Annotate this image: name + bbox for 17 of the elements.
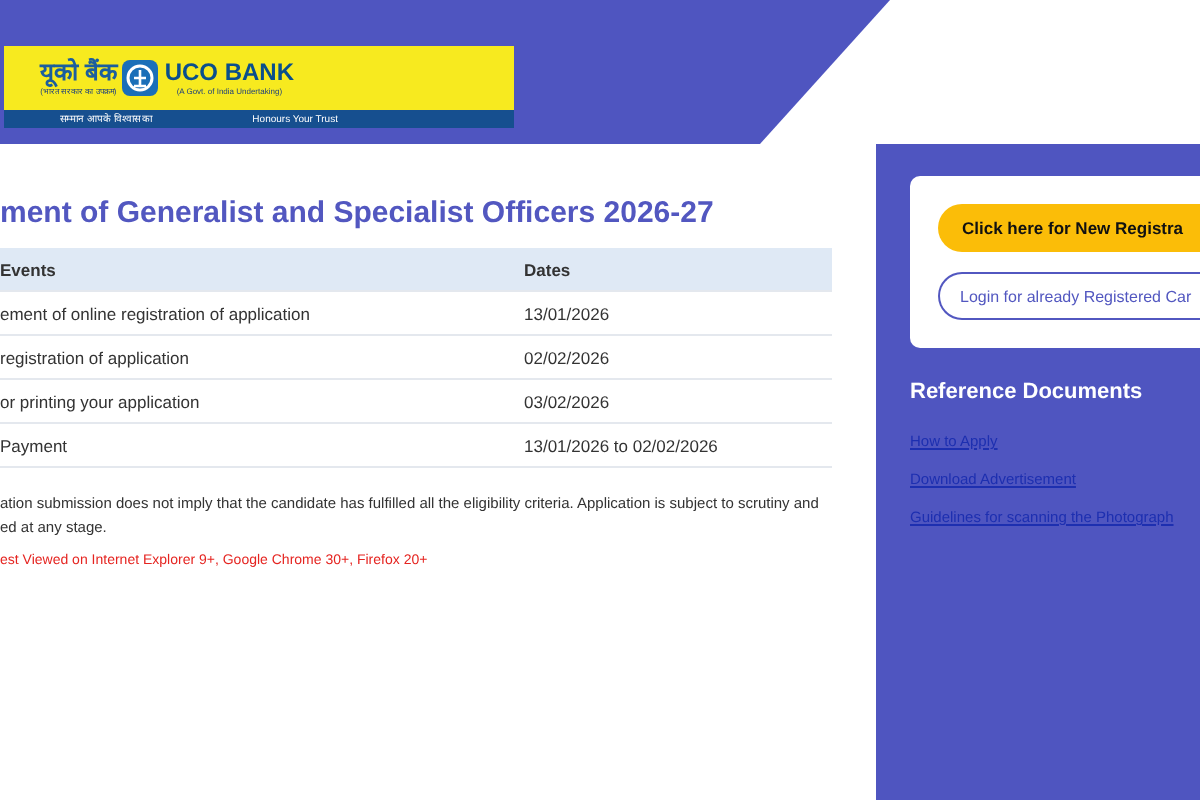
table-cell-text: 13/01/2026	[524, 303, 612, 323]
table-cell-text: Payment	[0, 435, 70, 455]
table-cell-text: 13/01/2026 to 02/02/2026	[524, 435, 720, 455]
new-registration-button[interactable]: Click here for New Registra	[938, 204, 1200, 252]
column-header: Dates	[524, 259, 573, 279]
page-title: ment of Generalist and Specialist Officers 2026-27	[0, 196, 716, 230]
table-cell-text: registration of application	[0, 347, 192, 367]
bank-emblem-icon	[122, 60, 159, 96]
table-cell-text: 03/02/2026	[524, 391, 612, 411]
table-cell-text: ement of online registration of application	[0, 303, 312, 323]
logo-hindi-name: यूको बैंक	[40, 60, 117, 86]
table-cell-text: or printing your application	[0, 391, 202, 411]
reference-heading: Reference Documents	[910, 380, 1145, 404]
login-button[interactable]: Login for already Registered Car	[938, 272, 1200, 320]
column-header: Events	[0, 259, 58, 279]
table-cell-text: 02/02/2026	[524, 347, 612, 367]
logo-bank-name: UCO BANK	[164, 60, 295, 86]
